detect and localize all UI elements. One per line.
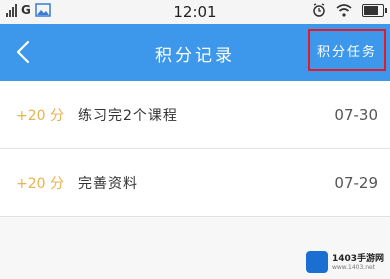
wifi-icon (336, 3, 352, 17)
list-item: +20 分 完善资料 07-29 (0, 149, 390, 217)
status-right (312, 3, 387, 17)
record-date: 07-29 (334, 173, 378, 192)
watermark-logo-icon (305, 251, 328, 273)
watermark-text: 1403手游网 (331, 253, 384, 264)
points-amount: +20 分 (16, 175, 64, 192)
list-item: +20 分 练习完2个课程 07-30 (0, 81, 390, 149)
watermark: 1403手游网 www.1403.net (305, 251, 384, 273)
alarm-icon (313, 3, 325, 17)
points-tasks-button[interactable]: 积分任务 (308, 29, 386, 71)
watermark-sub: www.1403.net (331, 263, 376, 271)
record-description: 练习完2个课程 (78, 107, 178, 124)
record-date: 07-30 (334, 105, 378, 124)
points-amount: +20 分 (16, 107, 64, 124)
battery-icon (362, 3, 387, 17)
record-description: 完善资料 (78, 175, 138, 192)
nav-bar: 积分记录 积分任务 (0, 24, 390, 81)
status-bar: G 12:01 (0, 0, 390, 24)
points-record-list: +20 分 练习完2个课程 07-30 +20 分 完善资料 07-29 (0, 81, 390, 217)
